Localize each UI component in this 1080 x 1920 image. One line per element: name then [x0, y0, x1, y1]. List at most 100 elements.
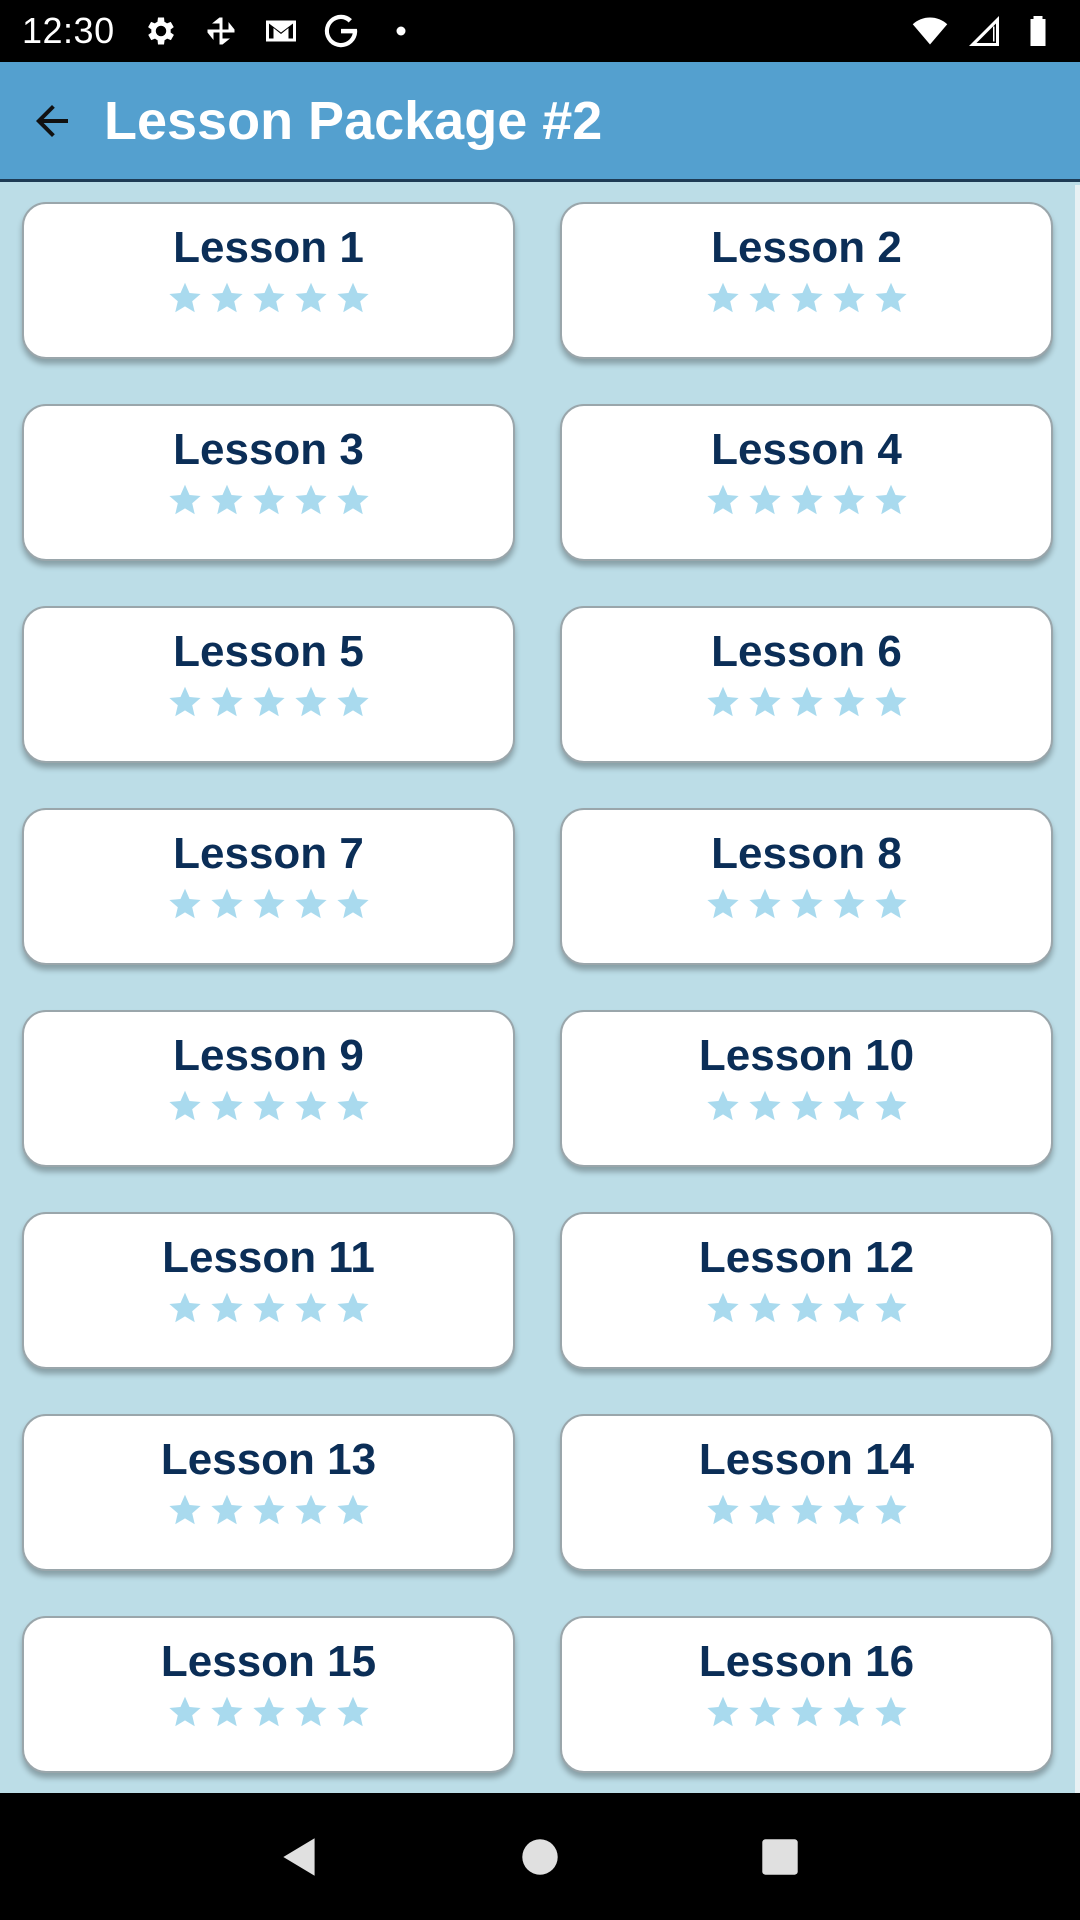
lesson-title: Lesson 8 — [711, 829, 902, 878]
star-icon — [831, 1694, 867, 1730]
star-icon — [873, 1290, 909, 1326]
star-icon — [209, 1492, 245, 1528]
lesson-card[interactable]: Lesson 10 — [560, 1010, 1053, 1167]
star-rating — [167, 482, 371, 518]
scrollbar-track — [1075, 185, 1080, 1793]
star-icon — [831, 482, 867, 518]
lesson-title: Lesson 1 — [173, 223, 364, 272]
lesson-card[interactable]: Lesson 8 — [560, 808, 1053, 965]
star-icon — [705, 482, 741, 518]
star-icon — [873, 280, 909, 316]
star-icon — [747, 1088, 783, 1124]
lesson-card[interactable]: Lesson 11 — [22, 1212, 515, 1369]
star-icon — [335, 280, 371, 316]
star-icon — [789, 1088, 825, 1124]
lesson-card[interactable]: Lesson 4 — [560, 404, 1053, 561]
star-rating — [705, 886, 909, 922]
lesson-card[interactable]: Lesson 16 — [560, 1616, 1053, 1773]
star-icon — [831, 280, 867, 316]
lesson-title: Lesson 10 — [698, 1031, 915, 1080]
star-icon — [705, 1492, 741, 1528]
star-icon — [831, 1088, 867, 1124]
lesson-card[interactable]: Lesson 2 — [560, 202, 1053, 359]
star-icon — [167, 1088, 203, 1124]
star-rating — [705, 280, 909, 316]
nav-home-button[interactable] — [495, 1812, 585, 1902]
wifi-icon — [910, 11, 950, 51]
star-rating — [167, 1492, 371, 1528]
star-icon — [335, 1492, 371, 1528]
lesson-card[interactable]: Lesson 7 — [22, 808, 515, 965]
star-icon — [789, 1492, 825, 1528]
star-icon — [251, 1290, 287, 1326]
star-icon — [831, 1290, 867, 1326]
star-icon — [167, 1290, 203, 1326]
dot-icon — [381, 11, 421, 51]
lesson-card[interactable]: Lesson 13 — [22, 1414, 515, 1571]
star-rating — [167, 1088, 371, 1124]
star-icon — [293, 1694, 329, 1730]
lesson-card[interactable]: Lesson 1 — [22, 202, 515, 359]
star-rating — [705, 1290, 909, 1326]
back-button[interactable] — [22, 91, 82, 151]
star-icon — [831, 684, 867, 720]
star-icon — [293, 280, 329, 316]
lesson-title: Lesson 12 — [698, 1233, 915, 1282]
star-icon — [705, 1088, 741, 1124]
star-icon — [705, 280, 741, 316]
star-icon — [873, 1088, 909, 1124]
star-icon — [293, 886, 329, 922]
lesson-title: Lesson 16 — [698, 1637, 915, 1686]
lesson-card[interactable]: Lesson 14 — [560, 1414, 1053, 1571]
star-icon — [167, 684, 203, 720]
star-icon — [873, 886, 909, 922]
status-time: 12:30 — [22, 10, 115, 51]
lesson-title: Lesson 2 — [711, 223, 902, 272]
star-icon — [293, 1492, 329, 1528]
lesson-card[interactable]: Lesson 6 — [560, 606, 1053, 763]
star-rating — [705, 684, 909, 720]
star-icon — [335, 1694, 371, 1730]
notification-icons — [141, 11, 421, 51]
arrow-back-icon — [36, 104, 68, 137]
star-icon — [747, 684, 783, 720]
lesson-card[interactable]: Lesson 15 — [22, 1616, 515, 1773]
star-icon — [747, 280, 783, 316]
star-rating — [167, 886, 371, 922]
back-triangle-icon — [283, 1837, 315, 1876]
nav-recents-button[interactable] — [735, 1812, 825, 1902]
nav-back-button[interactable] — [255, 1812, 345, 1902]
star-icon — [335, 482, 371, 518]
lesson-list[interactable]: Lesson 1 Lesson 2 Lesson 3 Lesson 4 Lesson 5… — [0, 185, 1075, 1793]
gear-icon — [141, 11, 181, 51]
signal-icon — [964, 11, 1004, 51]
star-icon — [705, 886, 741, 922]
lesson-card[interactable]: Lesson 9 — [22, 1010, 515, 1167]
star-icon — [293, 1290, 329, 1326]
star-icon — [209, 886, 245, 922]
lesson-card[interactable]: Lesson 12 — [560, 1212, 1053, 1369]
star-icon — [209, 1290, 245, 1326]
star-rating — [167, 1290, 371, 1326]
star-rating — [705, 1088, 909, 1124]
star-icon — [873, 684, 909, 720]
star-icon — [251, 482, 287, 518]
gmail-icon — [261, 11, 301, 51]
star-icon — [335, 1088, 371, 1124]
star-icon — [747, 1694, 783, 1730]
star-icon — [789, 280, 825, 316]
star-icon — [335, 886, 371, 922]
star-icon — [251, 1492, 287, 1528]
lesson-card[interactable]: Lesson 3 — [22, 404, 515, 561]
status-bar: 12:30 — [0, 0, 1080, 62]
lesson-title: Lesson 7 — [173, 829, 364, 878]
lesson-title: Lesson 13 — [160, 1435, 377, 1484]
lesson-title: Lesson 14 — [698, 1435, 915, 1484]
star-icon — [789, 482, 825, 518]
lesson-card[interactable]: Lesson 5 — [22, 606, 515, 763]
star-icon — [209, 482, 245, 518]
star-icon — [789, 684, 825, 720]
star-icon — [209, 1088, 245, 1124]
star-icon — [209, 1694, 245, 1730]
star-icon — [293, 1088, 329, 1124]
